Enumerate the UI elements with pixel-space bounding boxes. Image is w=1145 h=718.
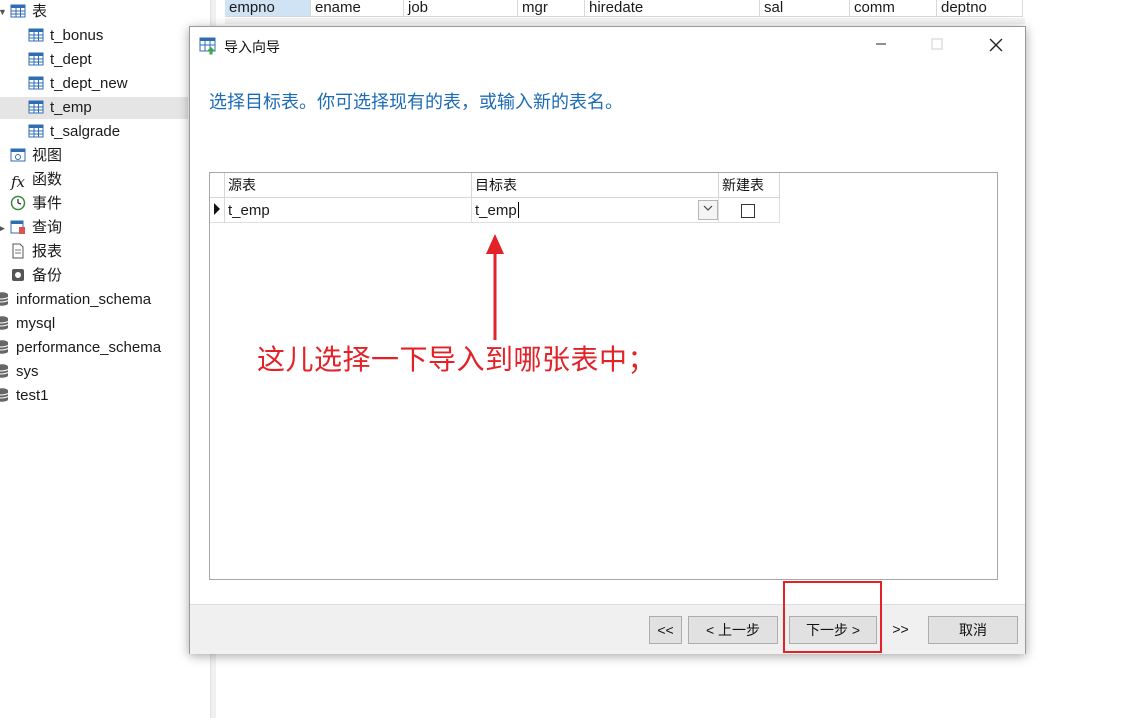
tree-item-reports[interactable]: 报表 bbox=[10, 241, 62, 263]
backup-icon bbox=[12, 269, 24, 281]
tree-label: t_emp bbox=[50, 99, 92, 116]
tree-label: t_salgrade bbox=[50, 123, 121, 140]
close-button[interactable] bbox=[973, 31, 1019, 61]
table-icon bbox=[28, 124, 44, 138]
tree-item-events[interactable]: 事件 bbox=[10, 193, 62, 215]
column-header-new-table[interactable]: 新建表 bbox=[719, 173, 780, 198]
tree-label: 视图 bbox=[32, 147, 63, 164]
annotation-arrow-icon bbox=[486, 234, 504, 340]
expand-caret-icon[interactable]: ▼ bbox=[0, 1, 7, 23]
row-pointer-icon bbox=[214, 203, 220, 215]
query-icon bbox=[10, 220, 25, 234]
tree-item-t-emp[interactable]: t_emp bbox=[0, 97, 188, 119]
dialog-titlebar[interactable]: 导入向导 bbox=[190, 27, 1025, 65]
tree-db-mysql[interactable]: mysql bbox=[0, 313, 55, 335]
tree-label: sys bbox=[16, 363, 39, 380]
annotation-text: 这儿选择一下导入到哪张表中； bbox=[257, 344, 657, 375]
tree-label: performance_schema bbox=[16, 339, 162, 356]
tree-db-test1[interactable]: test1 bbox=[0, 385, 49, 407]
target-table-text: t_emp bbox=[475, 202, 517, 219]
tree-label: 表 bbox=[32, 3, 48, 20]
column-header-target[interactable]: 目标表 bbox=[472, 173, 719, 198]
database-icon bbox=[0, 292, 9, 306]
maximize-button bbox=[914, 31, 960, 61]
tree-db-performance-schema[interactable]: performance_schema bbox=[0, 337, 161, 359]
tree-label: 函数 bbox=[32, 171, 63, 188]
target-table-dropdown-button[interactable] bbox=[698, 200, 718, 220]
chevron-down-icon bbox=[703, 205, 713, 211]
minimize-button[interactable] bbox=[858, 31, 904, 61]
close-icon bbox=[989, 38, 1003, 52]
annotation-highlight-box bbox=[783, 581, 882, 653]
table-icon bbox=[28, 100, 44, 114]
column-header[interactable]: mgr bbox=[518, 0, 585, 17]
table-icon bbox=[10, 4, 26, 18]
column-header[interactable]: deptno bbox=[937, 0, 1023, 17]
source-table-cell[interactable]: t_emp bbox=[225, 198, 472, 223]
target-table-value[interactable]: t_emp bbox=[475, 198, 519, 223]
previous-step-button[interactable]: < 上一步 bbox=[688, 616, 778, 644]
tree-item-t-dept-new[interactable]: t_dept_new bbox=[28, 73, 188, 95]
expand-caret-icon[interactable]: ▶ bbox=[0, 217, 5, 239]
column-header[interactable]: empno bbox=[225, 0, 311, 17]
first-step-button[interactable]: << bbox=[649, 616, 682, 644]
data-grid-row bbox=[225, 18, 1025, 24]
tree-tables-folder[interactable]: ▼ 表 bbox=[0, 1, 47, 23]
tree-db-information-schema[interactable]: information_schema bbox=[0, 289, 151, 311]
dialog-footer: << < 上一步 下一步 > >> 取消 bbox=[190, 604, 1025, 654]
tree-item-t-dept[interactable]: t_dept bbox=[28, 49, 188, 71]
maximize-icon bbox=[931, 38, 943, 50]
clock-icon bbox=[10, 195, 26, 211]
import-wizard-dialog: 导入向导 选择目标表。你可选择现有的表，或输入新的表名。 源表 目标表 新建表 … bbox=[189, 26, 1026, 654]
tree-label: 查询 bbox=[32, 219, 63, 236]
tree-item-views[interactable]: 视图 bbox=[10, 145, 62, 167]
column-header[interactable]: comm bbox=[850, 0, 937, 17]
tree-item-functions[interactable]: fx 函数 bbox=[10, 169, 62, 191]
tree-item-t-salgrade[interactable]: t_salgrade bbox=[28, 121, 188, 143]
database-icon bbox=[0, 364, 9, 378]
report-icon bbox=[12, 243, 24, 259]
table-icon bbox=[28, 76, 44, 90]
import-wizard-icon bbox=[199, 37, 216, 55]
column-header[interactable]: hiredate bbox=[585, 0, 760, 17]
tree-label: t_dept_new bbox=[50, 75, 128, 92]
table-icon bbox=[28, 28, 44, 42]
tree-label: mysql bbox=[16, 315, 56, 332]
tree-label: test1 bbox=[16, 387, 49, 404]
tree-item-backups[interactable]: 备份 bbox=[10, 265, 62, 287]
tree-item-t-bonus[interactable]: t_bonus bbox=[28, 25, 188, 47]
target-table-select[interactable]: t_emp bbox=[472, 198, 719, 223]
new-table-checkbox[interactable] bbox=[741, 204, 755, 218]
database-icon bbox=[0, 388, 9, 402]
text-cursor bbox=[517, 202, 519, 218]
database-icon bbox=[0, 340, 9, 354]
tree-item-queries[interactable]: ▶ 查询 bbox=[0, 217, 63, 239]
table-icon bbox=[28, 52, 44, 66]
navigation-tree: ▼ 表 t_bonus t_dept t_dept_new t_emp t_sa… bbox=[0, 0, 212, 718]
column-header-source[interactable]: 源表 bbox=[225, 173, 472, 198]
column-header[interactable]: ename bbox=[311, 0, 404, 17]
instruction-text: 选择目标表。你可选择现有的表，或输入新的表名。 bbox=[209, 92, 623, 112]
tree-label: 事件 bbox=[32, 195, 63, 212]
column-header[interactable]: sal bbox=[760, 0, 850, 17]
row-header-corner bbox=[210, 173, 225, 198]
tree-label: t_dept bbox=[50, 51, 92, 68]
view-icon bbox=[10, 148, 26, 162]
function-icon: fx bbox=[10, 173, 25, 191]
cancel-button[interactable]: 取消 bbox=[928, 616, 1018, 644]
tree-label: information_schema bbox=[16, 291, 152, 308]
tree-db-sys[interactable]: sys bbox=[0, 361, 39, 383]
column-header[interactable]: job bbox=[404, 0, 518, 17]
tree-label: 备份 bbox=[32, 267, 63, 284]
last-step-button[interactable]: >> bbox=[884, 616, 917, 644]
current-row-indicator bbox=[210, 198, 225, 223]
database-icon bbox=[0, 316, 9, 330]
tree-label: 报表 bbox=[32, 243, 63, 260]
dialog-title: 导入向导 bbox=[224, 39, 280, 55]
tree-label: t_bonus bbox=[50, 27, 104, 44]
minimize-icon bbox=[876, 43, 886, 45]
